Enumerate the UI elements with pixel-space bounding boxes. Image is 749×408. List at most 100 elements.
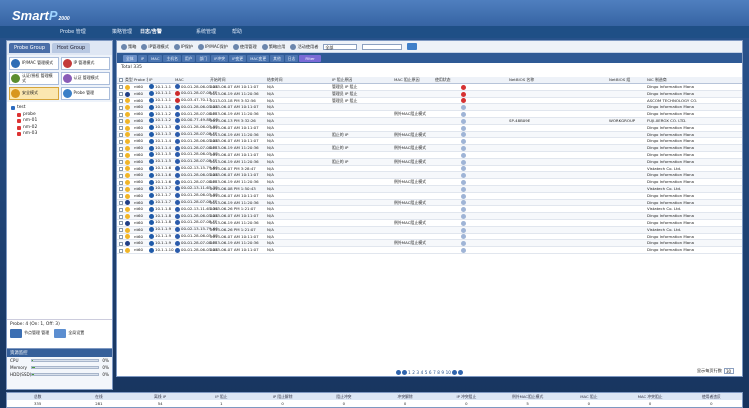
last-page-icon[interactable] [457,370,463,375]
menu-item[interactable]: 策略管理 [112,28,132,35]
column-header[interactable]: NetBIOS 组 [609,77,645,83]
page-number[interactable]: 4 [421,370,424,375]
toolbar-item[interactable]: 活动使用者 [290,43,318,50]
filter-select[interactable]: 全部 [323,43,358,50]
column-header[interactable]: 开始时间 [210,77,266,83]
toolbar-item[interactable]: 策略应用 [261,43,285,50]
menu-item[interactable]: 日志/告警 [140,28,162,35]
table-row[interactable]: nt60 10.1.1.4 00-01-28-07-08-FF 2013-06-19 … [117,145,742,152]
page-number[interactable]: 5 [425,370,428,375]
row-checkbox[interactable] [119,200,123,206]
table-row[interactable]: nt60 10.1.1.7 00-02-13-11-65-38 2013-06-08 … [117,185,742,193]
table-row[interactable]: nt60 10.1.1.1 00-01-28-06-05-08 2013-06-07 … [117,84,742,91]
page-number[interactable]: 1 [408,370,411,375]
row-checkbox[interactable] [119,186,123,192]
search-button[interactable] [407,43,418,50]
table-row[interactable]: nt60 10.1.1.5 00-01-28-07-08-FF 2013-06-19 … [117,158,742,166]
table-row[interactable]: nt60 10.1.1.2 00-00-77-49-8B-08 2013-06-13 … [117,117,742,125]
table-row[interactable]: nt60 10.1.1.10 00-01-28-06-05-08 2013-06-07… [117,247,742,254]
menu-item[interactable]: 系统管理 [196,28,216,35]
page-number[interactable]: 7 [433,370,436,375]
column-header[interactable]: 使用状态 [435,77,505,83]
menu-item[interactable]: 帮助 [232,28,242,35]
tab-host-group[interactable]: Host Group [52,43,91,53]
table-row[interactable]: nt60 10.1.1.9 00-01-28-07-08-FF 2013-06-19 … [117,240,742,248]
filter-tab[interactable]: 其他 [270,54,284,62]
filter-tab[interactable]: 主机名 [163,54,181,62]
menu-item[interactable]: Probe 管理 [60,28,86,35]
table-row[interactable]: nt60 10.1.1.3 00-01-28-06-05-08 2013-06-07 … [117,125,742,132]
row-checkbox[interactable] [119,206,123,212]
column-header[interactable]: NIC 制造商 [647,77,741,83]
mode-button[interactable]: 认证 管理模式 [60,72,110,85]
row-checkbox[interactable] [119,104,123,110]
row-checkbox[interactable] [119,84,123,90]
table-row[interactable]: nt60 10.1.1.1 00-01-28-07-08-FF 2013-06-19 … [117,90,742,98]
row-checkbox[interactable] [119,159,123,165]
table-row[interactable]: nt60 10.1.1.1 00-01-28-06-05-08 2013-06-07 … [117,104,742,112]
search-input[interactable] [362,43,403,50]
page-number[interactable]: 3 [416,370,419,375]
filter-tab[interactable]: MAC变更 [247,54,270,62]
page-number[interactable]: 9 [441,370,444,375]
node-manage-button[interactable]: 节点管理 管理 [10,329,49,338]
select-all-checkbox[interactable] [119,77,123,83]
mode-button[interactable]: 认证/授权 管理模式 [9,72,59,85]
row-checkbox[interactable] [119,220,123,226]
row-checkbox[interactable] [119,247,123,253]
row-checkbox[interactable] [119,152,123,158]
row-checkbox[interactable] [119,118,123,124]
row-checkbox[interactable] [119,166,123,172]
table-row[interactable]: nt60 10.1.1.9 00-01-28-06-05-08 2013-06-07 … [117,234,742,241]
row-checkbox[interactable] [119,234,123,240]
prev-page-icon[interactable] [402,370,408,375]
row-checkbox[interactable] [119,193,123,199]
toolbar-item[interactable]: IP保护 [173,43,193,50]
table-row[interactable]: nt60 10.1.1.4 00-01-28-06-05-08 2013-06-07 … [117,138,742,146]
table-row[interactable]: nt60 10.1.1.2 00-01-28-07-08-FF 2013-06-19 … [117,111,742,118]
filter-tab[interactable]: IP冲突 [211,54,229,62]
column-header[interactable]: NetBIOS 名称 [509,77,607,83]
filter-tab[interactable]: 全体 [123,54,137,62]
next-page-icon[interactable] [451,370,457,375]
table-row[interactable]: nt60 10.1.1.8 00-01-28-07-08-FF 2013-06-19 … [117,220,742,227]
mode-button[interactable]: IP 管理模式 [60,57,110,70]
table-row[interactable]: nt60 10.1.1.6 00-01-28-07-08-FF 2013-06-19 … [117,179,742,186]
filter-tab[interactable]: Filter [299,54,321,62]
mode-button[interactable]: IP/MAC 管理模式 [9,57,59,70]
tree-item[interactable]: nm-03 [17,131,108,138]
toolbar-item[interactable]: IP/MAC保护 [198,43,228,50]
mode-button[interactable]: Probe 管理 [60,87,110,100]
mode-button[interactable]: 安全模式 [9,87,59,100]
column-header[interactable]: IP [149,77,174,83]
global-settings-button[interactable]: 全局设置 [54,329,84,338]
toolbar-item[interactable]: 策略 [121,43,136,50]
tab-probe-group[interactable]: Probe Group [9,43,50,53]
column-header[interactable]: Probe 名称 [134,77,148,83]
row-checkbox[interactable] [119,138,123,144]
filter-tab[interactable]: 用户 [181,54,196,62]
table-row[interactable]: nt60 10.1.1.3 00-01-28-07-08-FF 2013-06-19 … [117,131,742,139]
row-checkbox[interactable] [119,145,123,151]
table-row[interactable]: nt60 10.1.1.7 00-01-28-06-05-08 2013-06-07 … [117,193,742,200]
row-checkbox[interactable] [119,172,123,178]
filter-tab[interactable]: IP [137,54,148,62]
table-row[interactable]: nt60 10.1.1.1 00-03-47-70-13 2013-03-18 PM … [117,98,742,105]
page-size-select[interactable]: 30 [724,368,734,374]
table-row[interactable]: nt60 10.1.1.7 00-01-28-07-08-FF 2013-06-19 … [117,199,742,207]
row-checkbox[interactable] [119,213,123,219]
row-checkbox[interactable] [119,179,123,185]
row-checkbox[interactable] [119,240,123,246]
toolbar-item[interactable]: 使用管理 [232,43,257,50]
column-header[interactable]: MAC [175,77,209,83]
row-checkbox[interactable] [119,98,123,104]
table-row[interactable]: nt60 10.1.1.8 00-02-13-11-65-36 2013-06-26 … [117,206,742,214]
table-row[interactable]: nt60 10.1.1.5 00-01-28-06-05-08 2013-06-07 … [117,152,742,159]
page-number[interactable]: 6 [429,370,432,375]
filter-tab[interactable]: 部门 [196,54,211,62]
table-row[interactable]: nt60 10.1.1.9 00-02-13-15-79-66 2013-06-26 … [117,226,742,234]
row-checkbox[interactable] [119,111,123,117]
table-row[interactable]: nt60 10.1.1.6 00-02-13-15-79-66 2013-06-07 … [117,166,742,173]
filter-tab[interactable]: 日志 [284,54,299,62]
row-checkbox[interactable] [119,91,123,97]
